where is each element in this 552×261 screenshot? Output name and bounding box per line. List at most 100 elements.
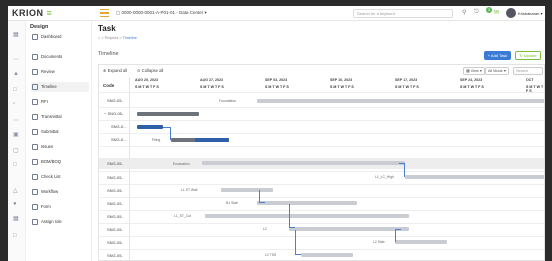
avatar[interactable] [506,8,516,18]
week-header: SEP 24, 2023 [460,78,483,82]
task-bar[interactable] [289,227,409,231]
grid-icon[interactable]: ▦ [13,31,19,38]
form-icon [32,204,38,210]
assign-role-icon [32,219,38,225]
building-icon[interactable]: ▦ [13,215,19,222]
sidebar-item-form[interactable]: Form [31,202,89,212]
sidebar-item-issues[interactable]: Issues [31,142,89,152]
chart-icon[interactable]: ▲ [13,71,19,77]
row-code[interactable]: SNG-05- [107,214,123,219]
add-task-button[interactable]: + Add Task [484,51,511,60]
page-title: Task [98,24,116,33]
task-bar[interactable] [395,240,447,244]
square-icon[interactable]: □ [13,233,17,239]
row-code[interactable]: SNG-05- [107,175,123,180]
search-icon[interactable]: ⚲ [462,9,466,16]
sidebar-item-submittal[interactable]: Submittal [31,127,89,137]
task-bar[interactable] [257,99,544,103]
dependency-link [295,230,301,255]
sidebar-item-transmittal[interactable]: Transmittal [31,112,89,122]
row-divider [99,146,544,147]
task-bar[interactable] [137,125,163,129]
day-header: S M T W T F S [265,85,289,89]
collapse-all-button[interactable]: ⊖ Collapse all [137,68,163,73]
clipboard-icon[interactable]: ▢ [13,147,19,154]
layers-icon[interactable]: ▣ [13,131,19,138]
task-bar[interactable] [137,112,199,116]
dependency-link [395,229,401,242]
main-content: Task ⌂ > Projects > Timeline Timeline + … [92,21,545,261]
day-header: S M T W T F S [330,85,354,89]
doc-icon[interactable]: ▫ [13,101,15,107]
expand-all-button[interactable]: ⊕ Expand all [103,68,127,73]
task-label: B1 Slab [226,201,238,205]
row-code[interactable]: SNG-05- [107,201,123,206]
mode-dropdown[interactable]: All Mode ▾ [485,67,509,75]
dots-icon[interactable]: ⋯ [13,56,19,63]
update-button[interactable]: ↻ Update [515,51,541,60]
users-icon[interactable]: ● [13,201,17,207]
gantt-chart: ⊕ Expand all ⊖ Collapse all ▦ View ▾ All… [98,64,545,261]
sidebar-item-check-list[interactable]: Check List [31,172,89,182]
sidebar-item-bom-boq[interactable]: BOM/BOQ [31,157,89,167]
row-divider [99,107,544,108]
row-divider [99,120,544,121]
task-bar[interactable] [221,188,273,192]
row-divider [99,197,544,198]
sidebar-item-assign-role[interactable]: Assign role [31,217,89,227]
task-label: Piling [152,138,161,142]
sidebar-item-documents[interactable]: Documents [31,52,89,62]
more-icon[interactable]: ⋯ [13,117,19,124]
transmittal-icon [32,114,38,120]
sidebar-item-rfi[interactable]: RFI [31,97,89,107]
menu-toggle-icon[interactable] [100,9,109,17]
global-search-input[interactable]: Search for a keyword [353,9,453,18]
project-selector[interactable]: ▢ 0000-0000-0001-A-P01-01 - Data Center … [116,10,207,16]
row-code[interactable]: SNG-05- [107,253,123,258]
row-divider [99,210,544,211]
week-header: SEP 17, 2023 [395,78,418,82]
icon-rail: ▦ ⋯ ▲ □ ▫ ⋯ ▣ ▢ □ △ ● ▦ □ [8,21,26,261]
documents-icon [32,54,38,60]
column-divider[interactable] [129,77,130,260]
sidebar-item-dashboard[interactable]: Dashboard [31,32,89,42]
row-divider [99,171,544,172]
task-bar[interactable] [301,253,353,257]
task-bar[interactable] [405,175,544,179]
view-dropdown[interactable]: ▦ View ▾ [463,67,485,75]
row-code[interactable]: SNG-05- [107,161,123,166]
row-code[interactable]: SNG-05- [107,227,123,232]
upload-icon[interactable]: △ [13,187,18,194]
row-code[interactable]: SNG-0... [111,137,127,142]
row-code[interactable]: SNG-05- [107,188,123,193]
row-code[interactable]: SNG-0... [111,124,127,129]
task-bar[interactable] [202,161,405,165]
sidebar-item-timeline[interactable]: Timeline [31,82,89,92]
row-code[interactable]: SNG-05- [107,98,123,103]
rfi-icon [32,99,38,105]
row-divider [99,223,544,224]
chat-icon[interactable]: ✉ [494,9,499,16]
app-window: KRION ≡ ▢ 0000-0000-0001-A-P01-01 - Data… [8,6,545,261]
task-bar[interactable] [195,138,229,142]
file-icon[interactable]: □ [13,87,17,93]
breadcrumb: ⌂ > Projects > Timeline [98,36,137,40]
page-icon[interactable]: □ [13,162,17,168]
checklist-icon [32,174,38,180]
week-header: SEP 03, 2023 [265,78,288,82]
bell-icon[interactable]: ⎋ [474,9,479,16]
week-header: AUG 20, 2023 [135,78,158,82]
dependency-link [399,163,405,177]
row-code[interactable]: − SNG-05- [104,111,123,116]
task-bar[interactable] [205,214,409,218]
code-column-header[interactable]: Code [103,83,114,88]
gantt-search-input[interactable]: Search [513,67,543,75]
app-logo[interactable]: KRION ≡ [12,8,52,18]
header-divider [99,92,544,93]
user-menu[interactable]: Krisbakaran ▾ [518,11,542,16]
task-bar[interactable] [257,201,357,205]
row-code[interactable]: SNG-05- [107,240,123,245]
sidebar-item-review[interactable]: Review [31,67,89,77]
sidebar-item-workflow[interactable]: Workflow [31,187,89,197]
task-label: L2 Slab [373,240,385,244]
